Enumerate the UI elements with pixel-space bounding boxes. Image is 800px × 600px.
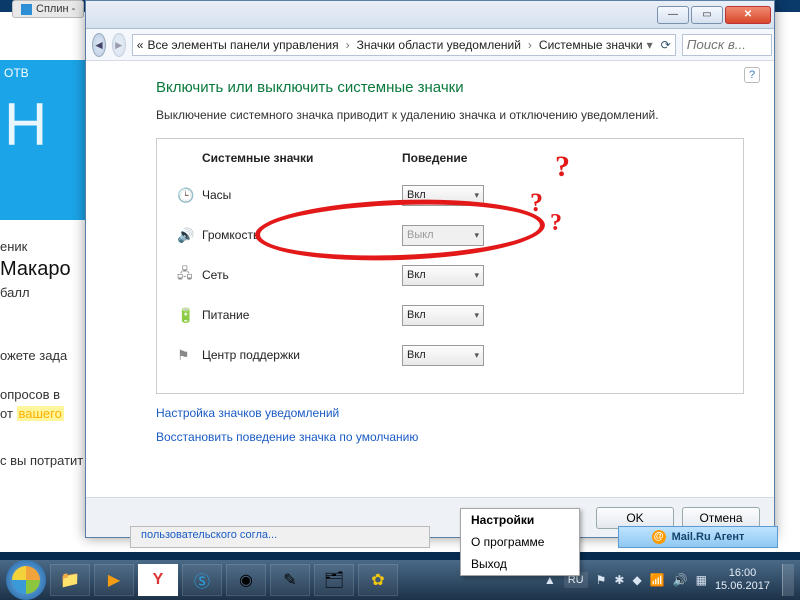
battery-icon: 🔋 bbox=[177, 307, 202, 324]
mailru-icon: @ bbox=[652, 530, 666, 544]
row-label: Сеть bbox=[202, 268, 402, 282]
link-restore-defaults[interactable]: Восстановить поведение значка по умолчан… bbox=[156, 430, 744, 444]
row-clock: 🕒 Часы Вкл▾ bbox=[177, 175, 723, 215]
menu-item-settings[interactable]: Настройки bbox=[461, 509, 579, 531]
behavior-select-network[interactable]: Вкл▾ bbox=[402, 265, 484, 286]
behavior-select-clock[interactable]: Вкл▾ bbox=[402, 185, 484, 206]
background-browser-tab[interactable]: Сплин - bbox=[12, 0, 84, 18]
chevron-down-icon: ▾ bbox=[474, 270, 479, 281]
sidebar-letter: Н bbox=[4, 100, 81, 150]
taskbar-app-editor[interactable]: ✎ bbox=[270, 564, 310, 596]
taskbar-app-media[interactable]: ▶ bbox=[94, 564, 134, 596]
row-label: Громкость bbox=[202, 228, 402, 242]
control-panel-window: — ▭ ✕ ◄ ► « Все элементы панели управлен… bbox=[85, 0, 775, 538]
row-power: 🔋 Питание Вкл▾ bbox=[177, 295, 723, 335]
tray-icon[interactable]: ✱ bbox=[614, 573, 624, 587]
show-desktop-button[interactable] bbox=[782, 564, 794, 596]
tab-title: Сплин - bbox=[36, 3, 75, 15]
breadcrumb-item[interactable]: Значки области уведомлений bbox=[357, 38, 521, 52]
row-label: Питание bbox=[202, 308, 402, 322]
tray-icon[interactable]: ▦ bbox=[696, 573, 707, 587]
taskbar-app-misc[interactable]: ✿ bbox=[358, 564, 398, 596]
tray-clock[interactable]: 16:00 15.06.2017 bbox=[715, 567, 770, 593]
search-input[interactable] bbox=[682, 34, 772, 56]
start-button[interactable] bbox=[6, 560, 46, 600]
tray-flag-icon[interactable]: ⚑ bbox=[596, 573, 607, 587]
mailru-label: Mail.Ru Агент bbox=[672, 531, 745, 543]
network-icon: 🖧 bbox=[177, 263, 202, 287]
system-icons-panel: Системные значки Поведение 🕒 Часы Вкл▾ 🔊… bbox=[156, 138, 744, 394]
tray-volume-icon[interactable]: 🔊 bbox=[673, 573, 688, 587]
window-titlebar[interactable]: — ▭ ✕ bbox=[86, 1, 774, 29]
explorer-navbar: ◄ ► « Все элементы панели управления › З… bbox=[86, 29, 774, 61]
address-bar[interactable]: « Все элементы панели управления › Значк… bbox=[132, 34, 676, 56]
clock-icon: 🕒 bbox=[177, 187, 202, 204]
breadcrumb-item[interactable]: Системные значки bbox=[539, 38, 643, 52]
play-icon bbox=[21, 4, 32, 15]
row-volume: 🔊 Громкость Выкл▾ bbox=[177, 215, 723, 255]
row-action-center: ⚑ Центр поддержки Вкл▾ bbox=[177, 335, 723, 375]
chevron-down-icon: ▾ bbox=[474, 350, 479, 361]
taskbar-app-folder[interactable]: 🗂 bbox=[314, 564, 354, 596]
column-header-icons: Системные значки bbox=[177, 151, 402, 165]
maximize-button[interactable]: ▭ bbox=[691, 6, 723, 24]
page-title: Включить или выключить системные значки bbox=[156, 79, 744, 96]
tray-network-icon[interactable]: 📶 bbox=[650, 573, 665, 587]
row-label: Центр поддержки bbox=[202, 348, 402, 362]
tray-context-menu: Настройки О программе Выход bbox=[460, 508, 580, 576]
chevron-right-icon[interactable]: › bbox=[346, 38, 350, 52]
windows-orb-icon bbox=[12, 566, 40, 594]
volume-icon: 🔊 bbox=[177, 227, 202, 244]
flag-icon: ⚑ bbox=[177, 347, 202, 364]
chevron-down-icon: ▾ bbox=[474, 310, 479, 321]
help-button[interactable]: ? bbox=[744, 67, 760, 83]
tray-date: 15.06.2017 bbox=[715, 580, 770, 593]
close-icon: ✕ bbox=[744, 9, 752, 20]
chevron-right-icon[interactable]: › bbox=[528, 38, 532, 52]
mailru-agent-button[interactable]: @ Mail.Ru Агент bbox=[618, 526, 778, 548]
minimize-icon: — bbox=[668, 9, 678, 20]
minimize-button[interactable]: — bbox=[657, 6, 689, 24]
nav-back-button[interactable]: ◄ bbox=[92, 33, 106, 57]
close-button[interactable]: ✕ bbox=[725, 6, 771, 24]
page-subtitle: Выключение системного значка приводит к … bbox=[156, 108, 744, 122]
tray-icon[interactable]: ◆ bbox=[632, 573, 641, 587]
answers-sidebar: ОТВ Н bbox=[0, 60, 85, 220]
row-label: Часы bbox=[202, 188, 402, 202]
arrow-right-icon: ► bbox=[113, 38, 125, 52]
chevron-down-icon: ▾ bbox=[474, 190, 479, 201]
behavior-select-power[interactable]: Вкл▾ bbox=[402, 305, 484, 326]
behavior-select-volume: Выкл▾ bbox=[402, 225, 484, 246]
menu-item-exit[interactable]: Выход bbox=[461, 553, 579, 575]
arrow-left-icon: ◄ bbox=[93, 38, 105, 52]
page-content: Включить или выключить системные значки … bbox=[86, 61, 774, 514]
breadcrumb-item[interactable]: Все элементы панели управления bbox=[147, 38, 338, 52]
address-dropdown-icon[interactable]: ▾ bbox=[647, 38, 653, 52]
behavior-select-action[interactable]: Вкл▾ bbox=[402, 345, 484, 366]
row-network: 🖧 Сеть Вкл▾ bbox=[177, 255, 723, 295]
link-customize-icons[interactable]: Настройка значков уведомлений bbox=[156, 406, 744, 420]
breadcrumb-overflow[interactable]: « bbox=[137, 38, 144, 52]
taskbar-app-explorer[interactable]: 📁 bbox=[50, 564, 90, 596]
system-tray: ▲ RU ⚑ ✱ ◆ 📶 🔊 ▦ 16:00 15.06.2017 bbox=[544, 564, 794, 596]
partial-page-text: еник Макаро балл ожете зада опросов в от… bbox=[0, 235, 90, 472]
sidebar-header: ОТВ bbox=[4, 66, 81, 80]
taskbar-app-yandex[interactable]: Y bbox=[138, 564, 178, 596]
help-icon: ? bbox=[749, 69, 755, 81]
taskbar-app-chrome[interactable]: ◉ bbox=[226, 564, 266, 596]
tray-time: 16:00 bbox=[715, 567, 770, 580]
maximize-icon: ▭ bbox=[702, 9, 711, 20]
taskbar: 📁 ▶ Y Ⓢ ◉ ✎ 🗂 ✿ ▲ RU ⚑ ✱ ◆ 📶 🔊 ▦ 16:00 1… bbox=[0, 560, 800, 600]
nav-forward-button[interactable]: ► bbox=[112, 33, 126, 57]
chevron-down-icon: ▾ bbox=[474, 230, 479, 241]
column-header-behavior: Поведение bbox=[402, 151, 467, 165]
taskbar-app-skype[interactable]: Ⓢ bbox=[182, 564, 222, 596]
refresh-icon[interactable]: ⟳ bbox=[661, 38, 671, 52]
menu-item-about[interactable]: О программе bbox=[461, 531, 579, 553]
chat-bar-partial[interactable]: пользовательского согла... bbox=[130, 526, 430, 548]
